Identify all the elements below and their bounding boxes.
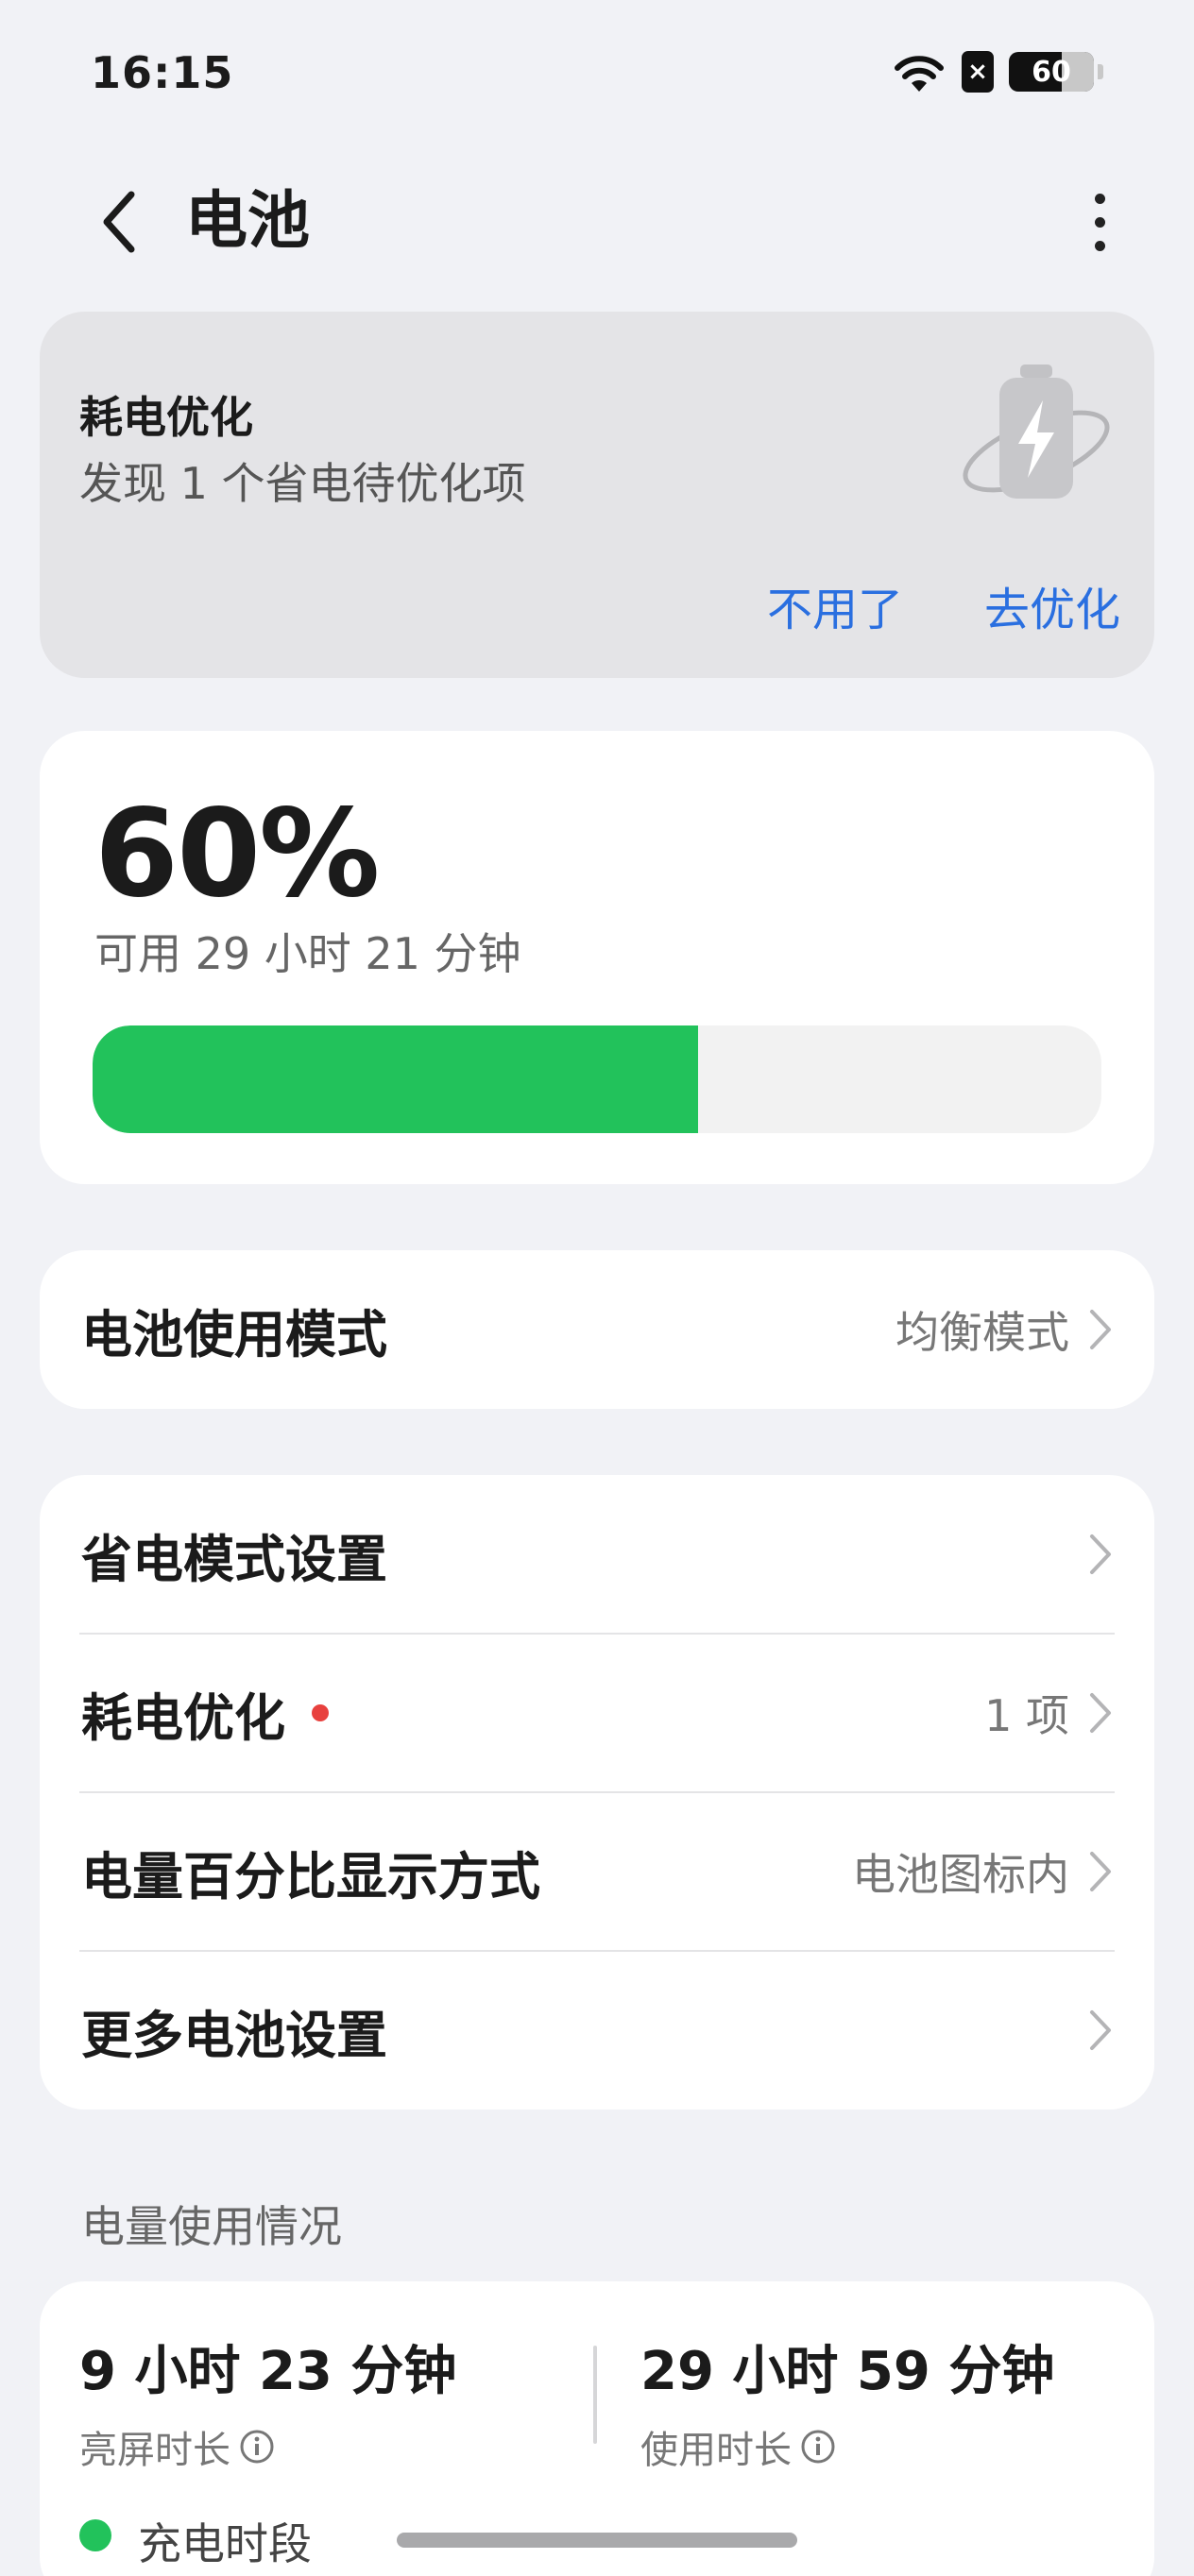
info-icon[interactable] xyxy=(238,2428,276,2466)
power-saving-settings-row[interactable]: 省电模式设置 xyxy=(40,1475,1154,1634)
chevron-right-icon xyxy=(1090,2010,1111,2050)
screen-on-time-value: 9 小时 23 分钟 xyxy=(79,2341,457,2402)
back-button[interactable] xyxy=(85,179,151,264)
optimization-banner: 耗电优化 发现 1 个省电待优化项 不用了 去优化 xyxy=(40,312,1154,678)
battery-remaining-time: 可用 29 小时 21 分钟 xyxy=(94,928,521,979)
optimize-button[interactable]: 去优化 xyxy=(975,559,1130,652)
usage-time-label[interactable]: 使用时长 xyxy=(640,2419,837,2474)
chevron-right-icon xyxy=(1090,1852,1111,1891)
notification-badge xyxy=(312,1704,329,1721)
chevron-right-icon xyxy=(1090,1693,1111,1733)
status-icons: × 60 xyxy=(892,47,1103,96)
banner-description: 发现 1 个省电待优化项 xyxy=(79,458,526,509)
usage-label-text: 使用时长 xyxy=(640,2429,792,2472)
more-vertical-icon xyxy=(1094,193,1105,204)
battery-level-fill xyxy=(93,1025,698,1133)
battery-mode-card: 电池使用模式 均衡模式 xyxy=(40,1250,1154,1409)
battery-level-bar xyxy=(93,1025,1101,1133)
usage-section-title: 电量使用情况 xyxy=(81,2201,342,2252)
battery-tip xyxy=(1098,64,1103,79)
wifi-icon xyxy=(895,56,944,92)
battery-mode-row[interactable]: 电池使用模式 均衡模式 xyxy=(40,1250,1154,1409)
power-optimization-row[interactable]: 耗电优化 1 项 xyxy=(40,1634,1154,1792)
row-label: 耗电优化 xyxy=(81,1687,285,1748)
chevron-right-icon xyxy=(1090,1534,1111,1574)
row-label: 更多电池设置 xyxy=(81,2005,387,2065)
page-title: 电池 xyxy=(185,184,310,257)
battery-bolt-icon xyxy=(963,364,1110,499)
sim-icon: × xyxy=(962,51,994,93)
status-time: 16:15 xyxy=(91,47,234,98)
row-label: 电池使用模式 xyxy=(81,1304,387,1364)
info-icon[interactable] xyxy=(799,2428,837,2466)
row-label: 省电模式设置 xyxy=(81,1529,387,1589)
screen-on-time-label[interactable]: 亮屏时长 xyxy=(79,2419,276,2474)
screen-on-label-text: 亮屏时长 xyxy=(79,2429,230,2472)
usage-time-value: 29 小时 59 分钟 xyxy=(640,2341,1055,2402)
banner-title: 耗电优化 xyxy=(79,392,253,443)
battery-icon: 60 xyxy=(1009,52,1094,92)
more-options-button[interactable] xyxy=(1071,179,1128,264)
dismiss-button[interactable]: 不用了 xyxy=(758,559,913,652)
row-value: 电池图标内 xyxy=(852,1849,1069,1900)
status-battery-level: 60 xyxy=(1032,55,1071,89)
percentage-display-row[interactable]: 电量百分比显示方式 电池图标内 xyxy=(40,1792,1154,1951)
row-label: 电量百分比显示方式 xyxy=(81,1846,540,1907)
charging-legend-dot xyxy=(79,2519,111,2551)
chevron-left-icon xyxy=(103,191,135,253)
row-value: 1 项 xyxy=(984,1690,1069,1741)
battery-percent: 60% xyxy=(94,784,380,924)
charging-legend-label: 充电时段 xyxy=(138,2518,312,2569)
battery-level-card: 60% 可用 29 小时 21 分钟 xyxy=(40,731,1154,1184)
chevron-right-icon xyxy=(1090,1310,1111,1349)
usage-divider xyxy=(593,2346,597,2444)
more-battery-settings-row[interactable]: 更多电池设置 xyxy=(40,1951,1154,2110)
home-indicator[interactable] xyxy=(397,2533,797,2548)
battery-settings-card: 省电模式设置 耗电优化 1 项 电量百分比显示方式 电池图标内 更多电池设置 xyxy=(40,1475,1154,2110)
row-value: 均衡模式 xyxy=(896,1307,1069,1358)
